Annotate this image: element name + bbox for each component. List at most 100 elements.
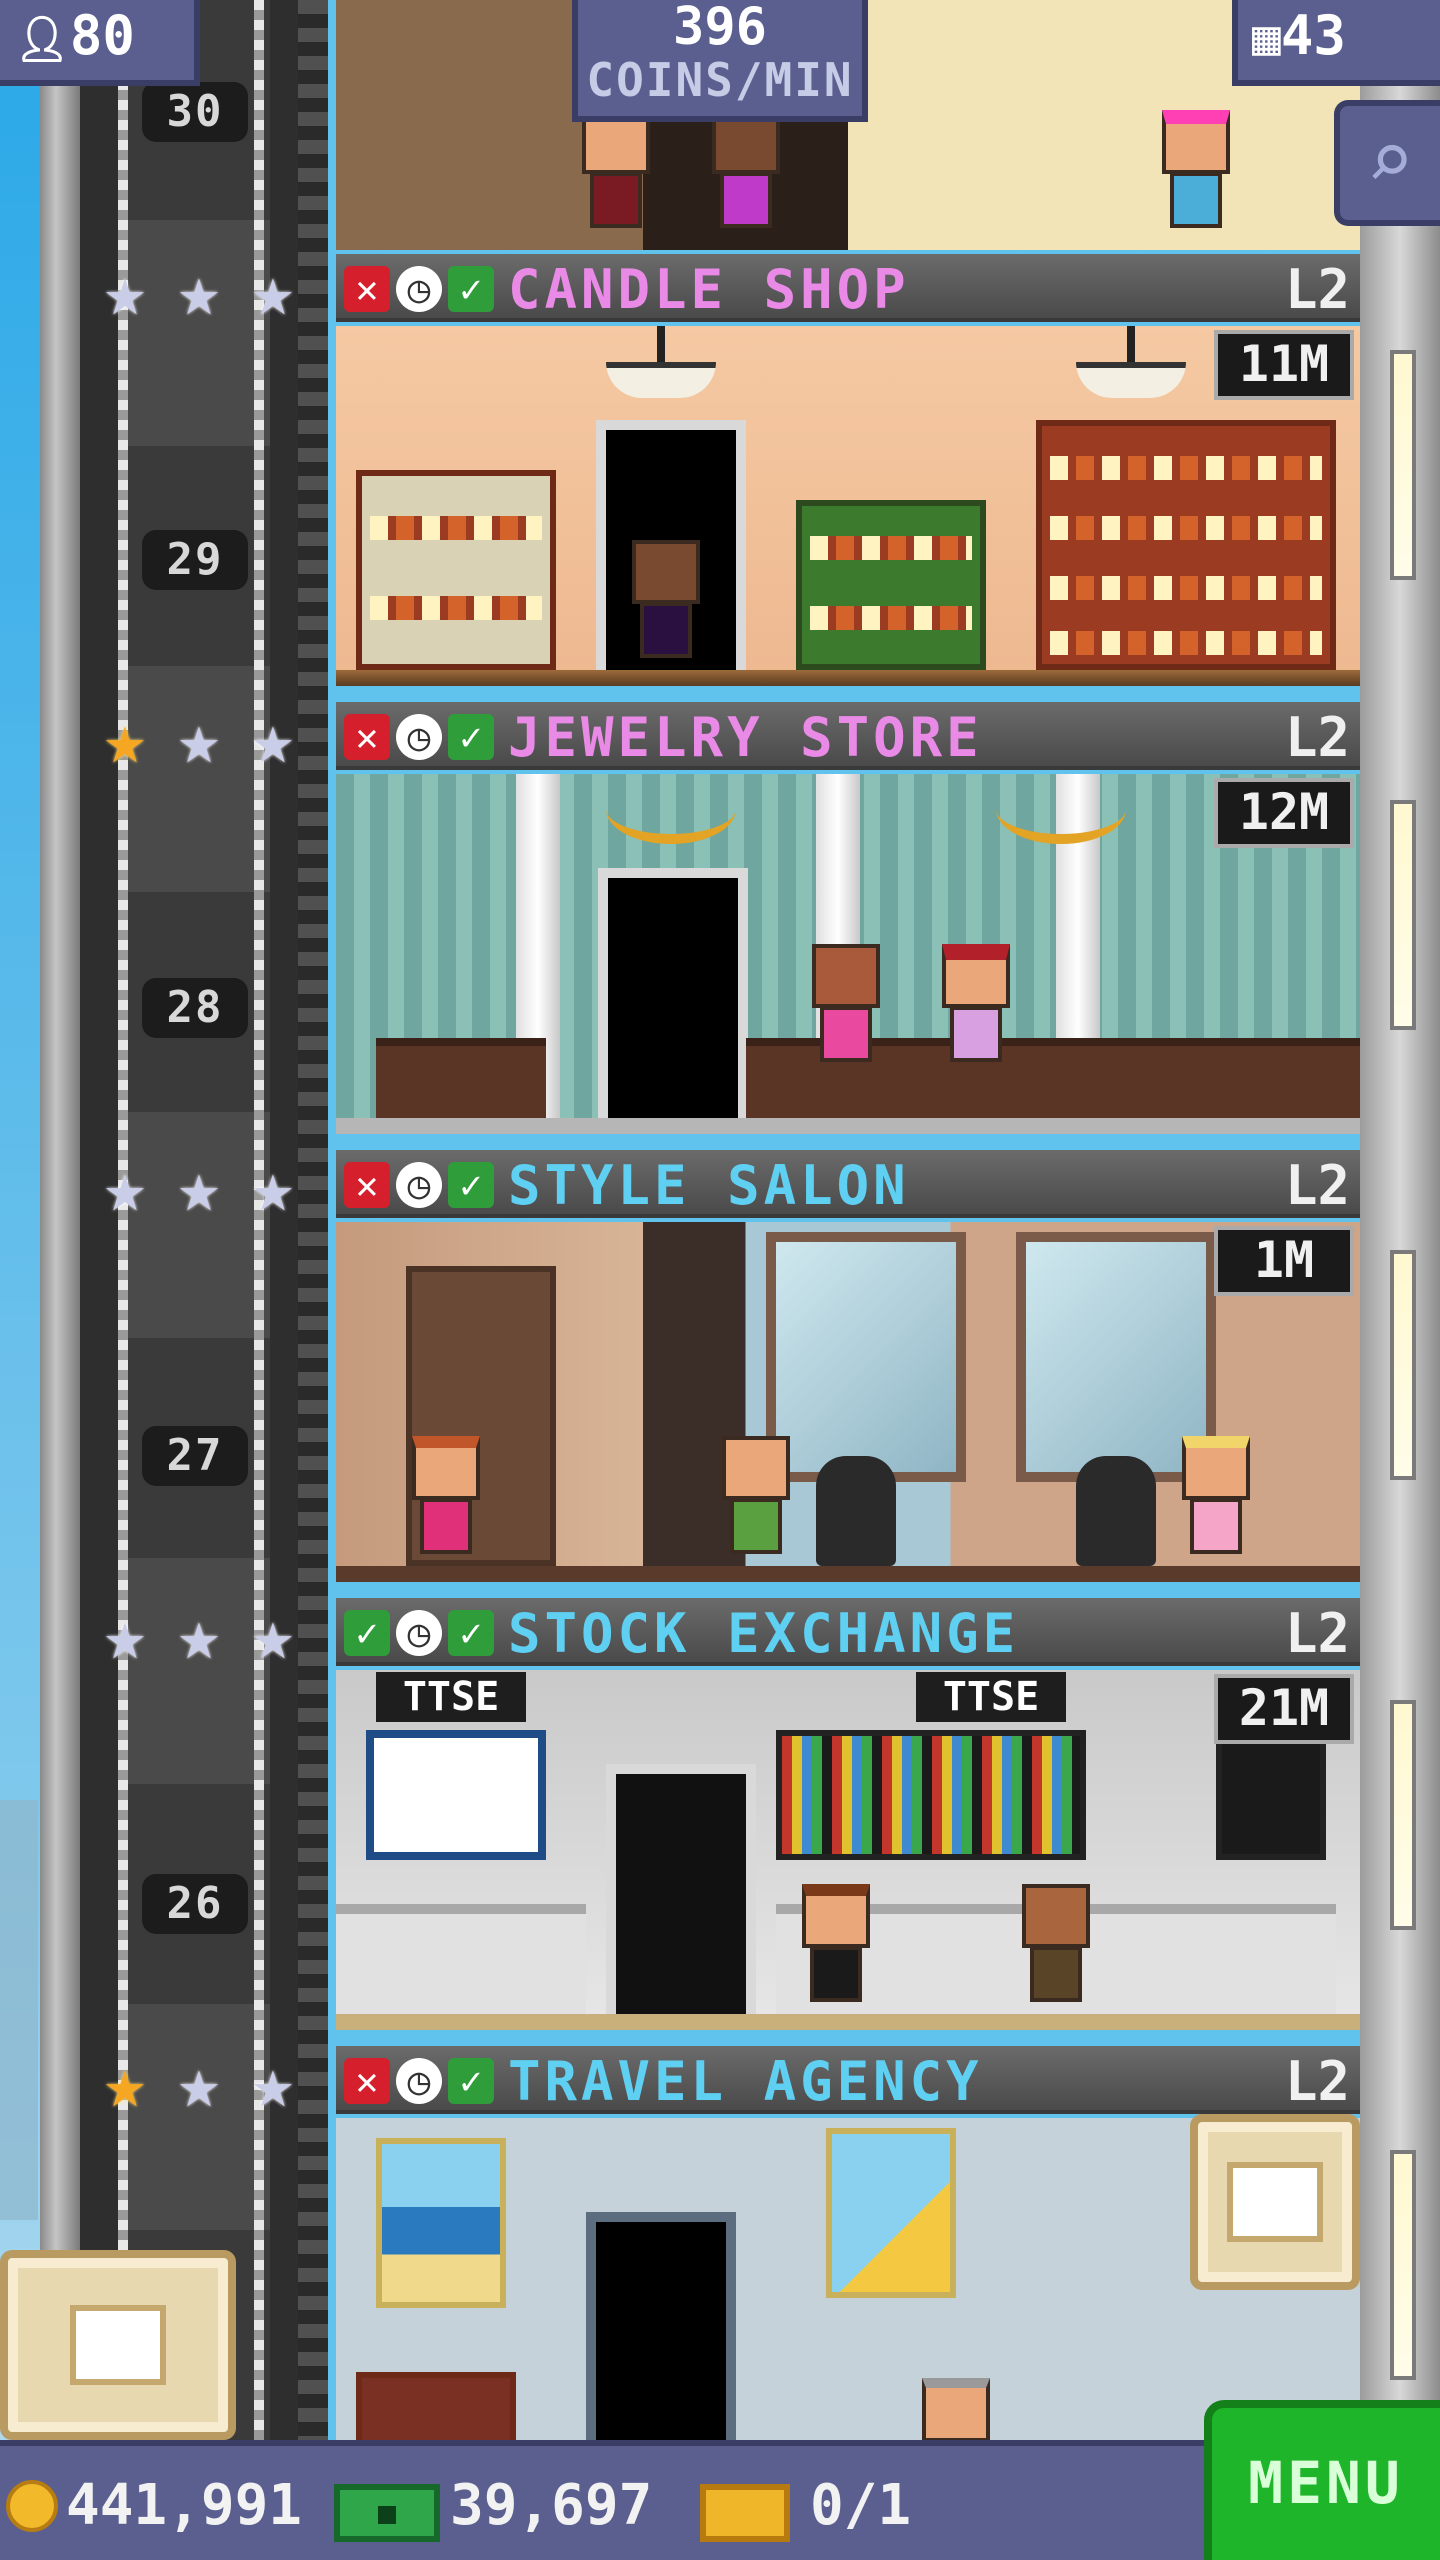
floor-level: L2 (1284, 706, 1350, 769)
candle-stand (796, 500, 986, 670)
bux-value: 39,697 (450, 2473, 653, 2538)
delivery-crate-button[interactable] (0, 2250, 236, 2440)
star-icon: ★ (103, 1146, 147, 1228)
stock-screens (1216, 1730, 1326, 1860)
floor-income-badge: 21M (1214, 1674, 1354, 1744)
clock-icon: ◷ (396, 266, 442, 312)
salon-chair (1076, 1456, 1156, 1566)
menu-button[interactable]: MENU (1204, 2400, 1440, 2560)
floor-number-28: 28 (142, 978, 248, 1038)
floor-number-26: 26 (142, 1874, 248, 1934)
clock-icon: ◷ (396, 714, 442, 760)
floor-candle-shop[interactable]: ✕ ◷ ✓ CANDLE SHOP L2 11M (336, 254, 1360, 702)
ttse-sign: TTSE (916, 1672, 1066, 1722)
bitizen[interactable] (626, 540, 706, 670)
crate-icon (70, 2305, 166, 2385)
chandelier (996, 774, 1126, 844)
population-counter[interactable]: 👤︎80 (0, 0, 200, 86)
floor-income-badge: 1M (1214, 1226, 1354, 1296)
coins-rate-unit: COINS/MIN (586, 53, 854, 107)
floor-header[interactable]: ✓ ◷ ✓ STOCK EXCHANGE L2 (336, 1598, 1360, 1666)
bitizen[interactable] (716, 1436, 796, 1566)
star-icon: ★ (177, 1594, 221, 1676)
window (1390, 350, 1416, 580)
bitizen[interactable] (916, 2378, 996, 2440)
floor-income-badge: 11M (1214, 330, 1354, 400)
floor-style-salon[interactable]: ✕ ◷ ✓ STYLE SALON L2 1M (336, 1150, 1360, 1598)
chandelier (606, 326, 716, 398)
candle-shelf (356, 470, 556, 670)
door (586, 2212, 736, 2440)
close-icon: ✕ (344, 2058, 390, 2104)
sky (0, 0, 40, 2560)
room-candle-shop[interactable] (336, 326, 1360, 686)
floor-name: TRAVEL AGENCY (508, 2050, 983, 2113)
floor-name: JEWELRY STORE (508, 706, 983, 769)
window (1390, 2150, 1416, 2380)
floor-level: L2 (1284, 1154, 1350, 1217)
star-icon: ★ (251, 1146, 295, 1228)
bitizen[interactable] (706, 110, 786, 240)
room-jewelry-store[interactable] (336, 774, 1360, 1134)
floor-stock-exchange[interactable]: TTSE TTSE ✓ ◷ ✓ STOCK EXCHANGE L2 21M (336, 1598, 1360, 2046)
bitizen[interactable] (806, 944, 886, 1074)
delivery-crate-button[interactable] (1190, 2114, 1360, 2290)
chandelier (1076, 326, 1186, 398)
window (1390, 1700, 1416, 1930)
floor-header[interactable]: ✕ ◷ ✓ TRAVEL AGENCY L2 (336, 2046, 1360, 2114)
ticket-icon (700, 2484, 790, 2542)
floor-jewelry-store[interactable]: ✕ ◷ ✓ JEWELRY STORE L2 12M (336, 702, 1360, 1150)
population-value: 80 (69, 4, 135, 67)
search-button[interactable]: ⌕ (1334, 100, 1440, 226)
bitizen[interactable] (1176, 1436, 1256, 1566)
coins-value: 441,991 (66, 2473, 303, 2538)
check-icon: ✓ (344, 1610, 390, 1656)
tickets-value: 0/1 (810, 2473, 912, 2538)
chandelier (606, 774, 736, 844)
floor-number-30: 30 (142, 82, 248, 142)
floor-header[interactable]: ✕ ◷ ✓ JEWELRY STORE L2 (336, 702, 1360, 770)
door (598, 868, 748, 1118)
beach-poster (376, 2138, 506, 2308)
check-icon: ✓ (448, 1162, 494, 1208)
display-table (376, 1038, 546, 1118)
floor-level: L2 (1284, 1602, 1350, 1665)
building-icon: ▦ (1252, 10, 1281, 66)
check-icon: ✓ (448, 266, 494, 312)
floor-number-27: 27 (142, 1426, 248, 1486)
bitizen[interactable] (796, 1884, 876, 2014)
bux-icon (334, 2484, 440, 2542)
door (606, 1764, 756, 2014)
coins-rate-value: 396 (673, 0, 767, 57)
window (1390, 800, 1416, 1030)
floor-slab (336, 1118, 1360, 1134)
floors-counter[interactable]: ▦43 (1232, 0, 1440, 86)
floor-header[interactable]: ✕ ◷ ✓ STYLE SALON L2 (336, 1150, 1360, 1218)
trading-desk (336, 1904, 586, 2014)
check-icon: ✓ (448, 1610, 494, 1656)
tower-outer-wall (40, 0, 80, 2560)
star-rating-stock-exchange: ★ ★ ★ (94, 1594, 314, 1676)
bitizen[interactable] (1016, 1884, 1096, 2014)
coins-per-minute: 396 COINS/MIN (572, 0, 868, 122)
floor-slab (336, 2014, 1360, 2030)
close-icon: ✕ (344, 1162, 390, 1208)
bitizen[interactable] (406, 1436, 486, 1566)
star-rating-travel-agency: ★ ★ ★ (94, 2042, 314, 2124)
star-icon: ★ (251, 698, 295, 780)
floor-level: L2 (1284, 258, 1350, 321)
check-icon: ✓ (448, 714, 494, 760)
distant-building (0, 1800, 38, 2220)
room-stock-exchange[interactable]: TTSE TTSE (336, 1670, 1360, 2030)
star-gold-icon: ★ (103, 2042, 147, 2124)
room-style-salon[interactable] (336, 1222, 1360, 1582)
bitizen[interactable] (1156, 110, 1236, 240)
star-icon: ★ (103, 250, 147, 332)
bitizen[interactable] (576, 110, 656, 240)
salon-chair (816, 1456, 896, 1566)
star-rating-style-salon: ★ ★ ★ (94, 1146, 314, 1228)
stock-ticker-board (776, 1730, 1086, 1860)
floor-number-29: 29 (142, 530, 248, 590)
bitizen[interactable] (936, 944, 1016, 1074)
floor-header[interactable]: ✕ ◷ ✓ CANDLE SHOP L2 (336, 254, 1360, 322)
